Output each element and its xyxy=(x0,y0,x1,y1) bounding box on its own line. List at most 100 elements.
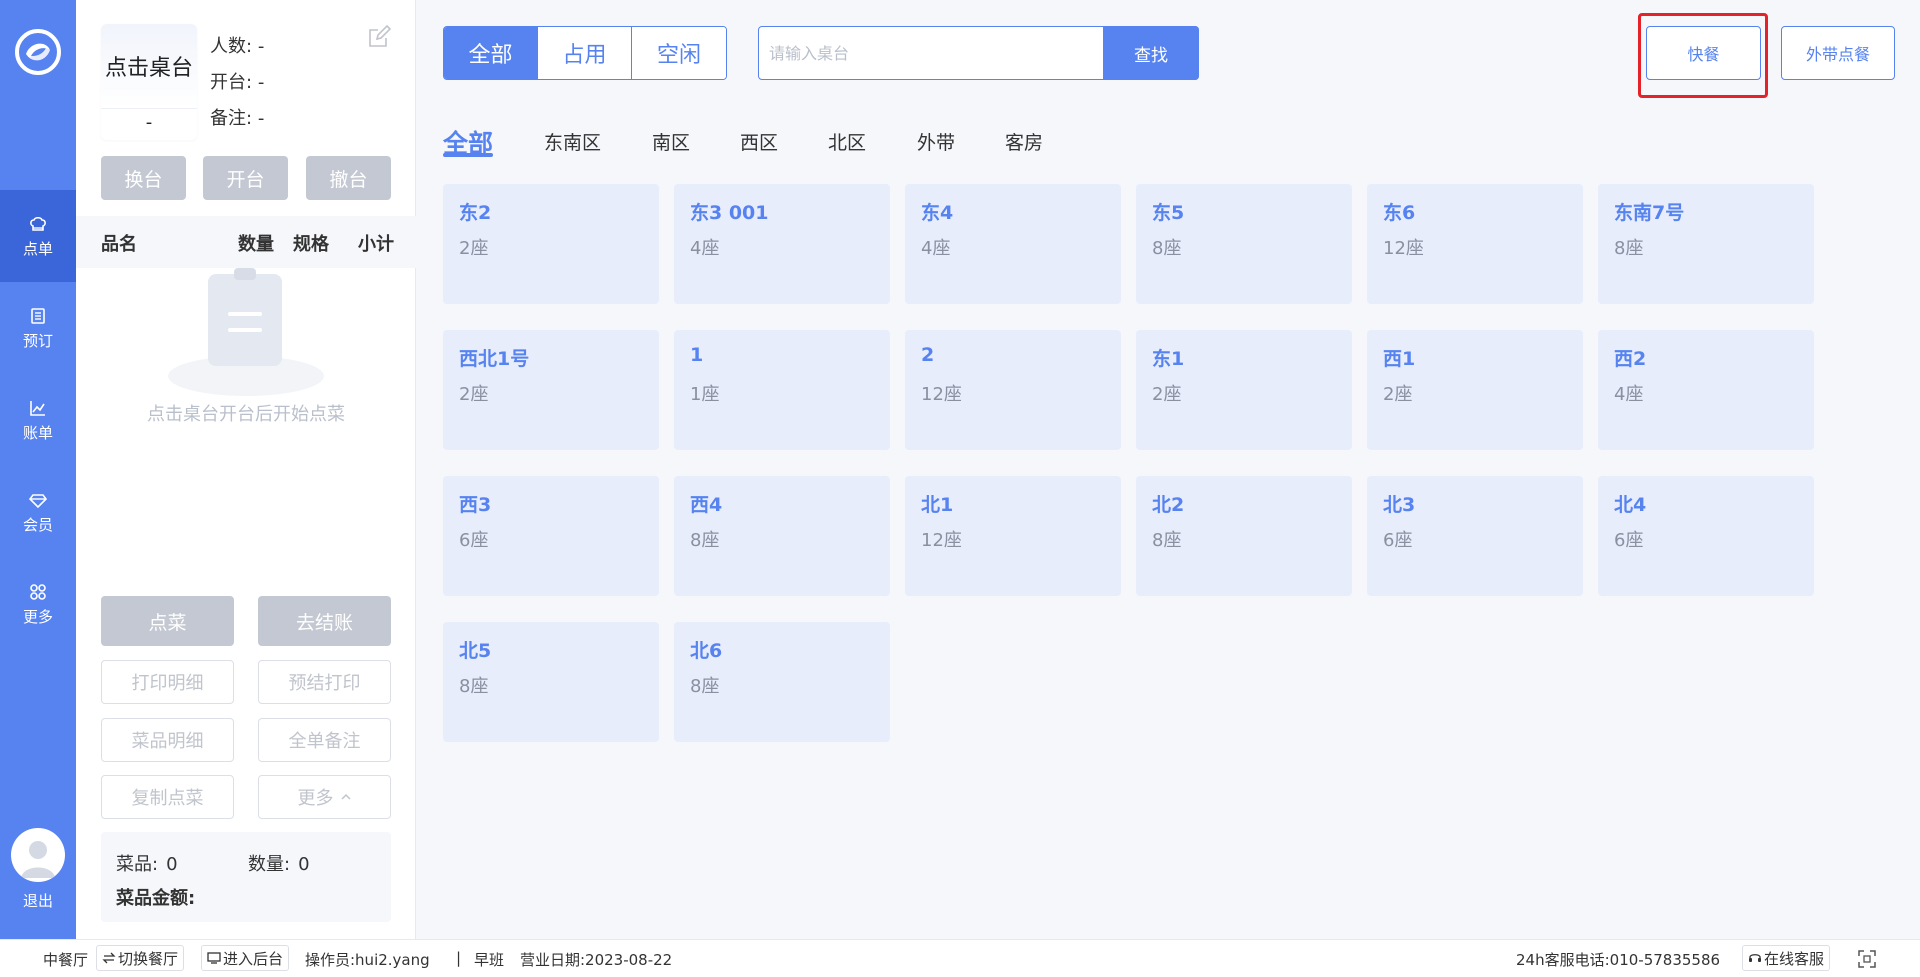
more-button[interactable]: 更多 xyxy=(258,775,391,819)
column-spec: 规格 xyxy=(293,234,329,255)
swap-icon xyxy=(102,952,116,964)
table-card[interactable]: 北4 6座 xyxy=(1598,476,1814,596)
online-service-label: 在线客服 xyxy=(1764,949,1825,968)
filter-free[interactable]: 空闲 xyxy=(632,27,726,79)
cancel-table-button[interactable]: 撤台 xyxy=(306,156,391,200)
table-card[interactable]: 西北1号 2座 xyxy=(443,330,659,450)
nav-item-more[interactable]: 更多 xyxy=(0,558,76,650)
nav-item-bill[interactable]: 账单 xyxy=(0,374,76,466)
table-card[interactable]: 西4 8座 xyxy=(674,476,890,596)
open-table-button[interactable]: 开台 xyxy=(203,156,288,200)
nav-label: 会员 xyxy=(22,515,53,534)
table-name: 2 xyxy=(921,344,935,366)
order-remark-button[interactable]: 全单备注 xyxy=(258,718,391,762)
table-seats: 8座 xyxy=(1152,530,1182,551)
nav-item-order[interactable]: 点单 xyxy=(0,190,76,282)
more-label: 更多 xyxy=(297,788,334,809)
search-button[interactable]: 查找 xyxy=(1103,26,1199,80)
nav-item-member[interactable]: 会员 xyxy=(0,466,76,558)
table-card[interactable]: 东4 4座 xyxy=(905,184,1121,304)
book-icon xyxy=(31,307,45,324)
switch-restaurant-button[interactable]: 切换餐厅 xyxy=(96,945,185,971)
column-name: 品名 xyxy=(101,234,137,255)
table-seats: 1座 xyxy=(690,384,720,405)
table-card[interactable]: 东南7号 8座 xyxy=(1598,184,1814,304)
pre-print-button[interactable]: 预结打印 xyxy=(258,660,391,704)
table-seats: 8座 xyxy=(690,676,720,697)
remark-value: - xyxy=(257,108,265,129)
shift-info: 早班 xyxy=(474,951,505,969)
change-table-button[interactable]: 换台 xyxy=(101,156,186,200)
filter-all[interactable]: 全部 xyxy=(444,27,538,79)
table-card[interactable]: 北5 8座 xyxy=(443,622,659,742)
app-logo-icon xyxy=(15,29,61,75)
table-search-input[interactable] xyxy=(759,27,1101,79)
table-name: 西4 xyxy=(690,494,723,516)
table-card[interactable]: 东3 001 4座 xyxy=(674,184,890,304)
guests-label: 人数: xyxy=(210,36,253,57)
selected-table-card[interactable]: 点击桌台 - xyxy=(101,24,197,140)
table-name: 西北1号 xyxy=(459,348,530,370)
table-card[interactable]: 西2 4座 xyxy=(1598,330,1814,450)
dish-detail-button[interactable]: 菜品明细 xyxy=(101,718,234,762)
area-tab-south[interactable]: 南区 xyxy=(652,128,690,155)
table-name: 北5 xyxy=(459,640,492,662)
logout-button[interactable]: 退出 xyxy=(0,890,76,911)
table-card[interactable]: 北3 6座 xyxy=(1367,476,1583,596)
business-date: 营业日期:2023-08-22 xyxy=(520,951,673,969)
table-seats: 2座 xyxy=(1383,384,1413,405)
table-seats: 12座 xyxy=(1383,238,1424,259)
remark-info: 备注: - xyxy=(210,104,264,130)
area-tab-takeout[interactable]: 外带 xyxy=(917,128,955,155)
column-subtotal: 小计 xyxy=(358,234,394,255)
nav-label: 更多 xyxy=(22,607,53,626)
chart-icon xyxy=(30,400,45,416)
area-tab-north[interactable]: 北区 xyxy=(828,128,866,155)
table-card-title: 点击桌台 xyxy=(101,24,197,108)
chevron-up-icon xyxy=(340,793,351,800)
table-card[interactable]: 东6 12座 xyxy=(1367,184,1583,304)
status-filter: 全部 占用 空闲 xyxy=(443,26,727,80)
table-name: 东5 xyxy=(1152,202,1185,224)
table-card[interactable]: 1 1座 xyxy=(674,330,890,450)
takeout-order-button[interactable]: 外带点餐 xyxy=(1781,26,1895,80)
checkout-button[interactable]: 去结账 xyxy=(258,596,391,646)
qty-value: 0 xyxy=(298,854,310,875)
order-list-header: 品名 数量 规格 小计 xyxy=(76,216,416,268)
area-tab-rooms[interactable]: 客房 xyxy=(1005,128,1043,155)
table-card[interactable]: 北2 8座 xyxy=(1136,476,1352,596)
table-card[interactable]: 西3 6座 xyxy=(443,476,659,596)
fullscreen-icon[interactable] xyxy=(1858,950,1876,968)
table-card[interactable]: 东1 2座 xyxy=(1136,330,1352,450)
edit-icon[interactable] xyxy=(366,24,392,50)
enter-backend-button[interactable]: 进入后台 xyxy=(201,945,290,971)
table-card[interactable]: 东2 2座 xyxy=(443,184,659,304)
table-seats: 8座 xyxy=(1152,238,1182,259)
grid-icon xyxy=(30,583,46,600)
nav-label: 账单 xyxy=(22,423,53,442)
table-card[interactable]: 北6 8座 xyxy=(674,622,890,742)
area-tab-southeast[interactable]: 东南区 xyxy=(544,128,601,155)
table-card[interactable]: 东5 8座 xyxy=(1136,184,1352,304)
enter-backend-label: 进入后台 xyxy=(223,949,284,968)
area-tab-west[interactable]: 西区 xyxy=(740,128,778,155)
table-name: 西3 xyxy=(459,494,492,516)
table-card[interactable]: 2 12座 xyxy=(905,330,1121,450)
qty-label: 数量: xyxy=(248,854,291,875)
nav-item-reserve[interactable]: 预订 xyxy=(0,282,76,374)
table-card[interactable]: 西1 2座 xyxy=(1367,330,1583,450)
print-detail-button[interactable]: 打印明细 xyxy=(101,660,234,704)
table-name: 东4 xyxy=(921,202,954,224)
quick-meal-button[interactable]: 快餐 xyxy=(1646,26,1761,80)
online-service-button[interactable]: 在线客服 xyxy=(1742,945,1831,971)
order-dishes-button[interactable]: 点菜 xyxy=(101,596,234,646)
table-seats: 12座 xyxy=(921,530,962,551)
table-card[interactable]: 北1 12座 xyxy=(905,476,1121,596)
table-name: 西1 xyxy=(1383,348,1416,370)
nav-label: 预订 xyxy=(22,331,53,350)
filter-occupied[interactable]: 占用 xyxy=(538,27,632,79)
avatar[interactable] xyxy=(11,828,65,882)
user-icon xyxy=(21,841,55,878)
switch-restaurant-label: 切换餐厅 xyxy=(118,949,179,968)
copy-order-button[interactable]: 复制点菜 xyxy=(101,775,234,819)
